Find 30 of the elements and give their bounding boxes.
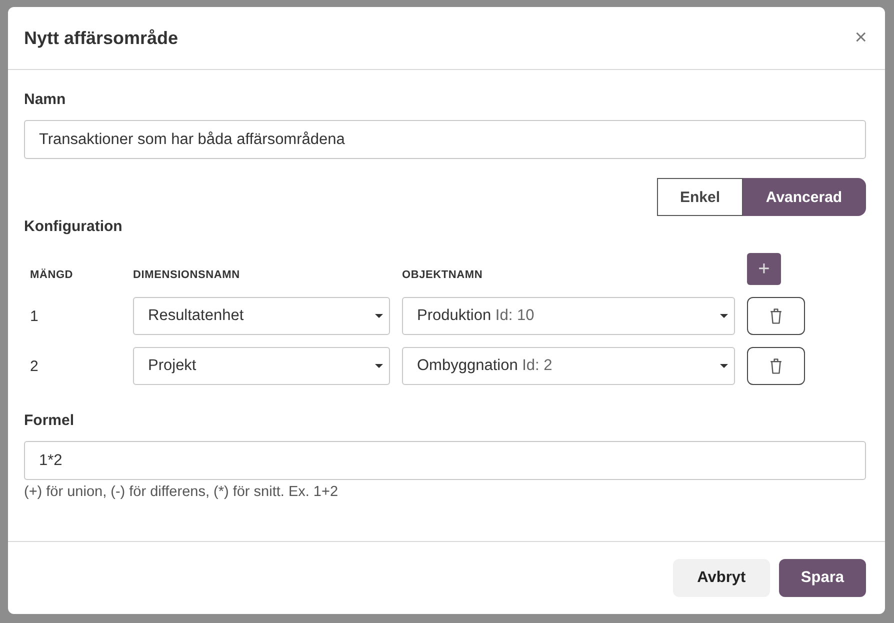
field-label: Namn xyxy=(24,90,67,110)
caret-icon xyxy=(720,314,728,318)
caret-icon xyxy=(375,364,383,368)
section-heading: Konfiguration xyxy=(24,217,124,237)
caret-icon xyxy=(720,364,728,368)
column-header: OBJEKTNAMN xyxy=(402,269,483,281)
object-select[interactable]: Ombyggnation Id: 2 xyxy=(402,347,735,385)
dimension-select[interactable]: Projekt xyxy=(133,347,390,385)
dimension-select[interactable]: Resultatenhet xyxy=(133,297,390,335)
object-select[interactable]: Produktion Id: 10 xyxy=(402,297,735,335)
caret-icon xyxy=(375,314,383,318)
set-number: 2 xyxy=(30,358,38,374)
trash-icon xyxy=(770,358,782,374)
delete-button[interactable] xyxy=(747,347,805,385)
cancel-button[interactable]: Avbryt xyxy=(672,559,770,597)
close-button[interactable]: × xyxy=(852,28,869,48)
save-button[interactable]: Spara xyxy=(778,559,866,597)
delete-button[interactable] xyxy=(747,297,805,335)
dialog-title: Nytt affärsområde xyxy=(24,28,178,48)
column-header: DIMENSIONSNAMN xyxy=(133,269,240,281)
add-row-button[interactable]: + xyxy=(747,253,781,285)
name-input[interactable]: Transaktioner som har båda affärsområdena xyxy=(24,120,866,159)
help-text: (+) för union, (-) för differens, (*) för snitt. Ex. 1+2 xyxy=(24,484,340,501)
trash-icon xyxy=(770,308,782,324)
formula-input[interactable]: 1*2 xyxy=(24,441,866,480)
mode-tab[interactable]: Avancerad xyxy=(743,178,866,216)
column-header: MÄNGD xyxy=(30,269,74,281)
mode-tab[interactable]: Enkel xyxy=(656,178,743,216)
set-number: 1 xyxy=(30,308,38,324)
field-label: Formel xyxy=(24,411,76,431)
